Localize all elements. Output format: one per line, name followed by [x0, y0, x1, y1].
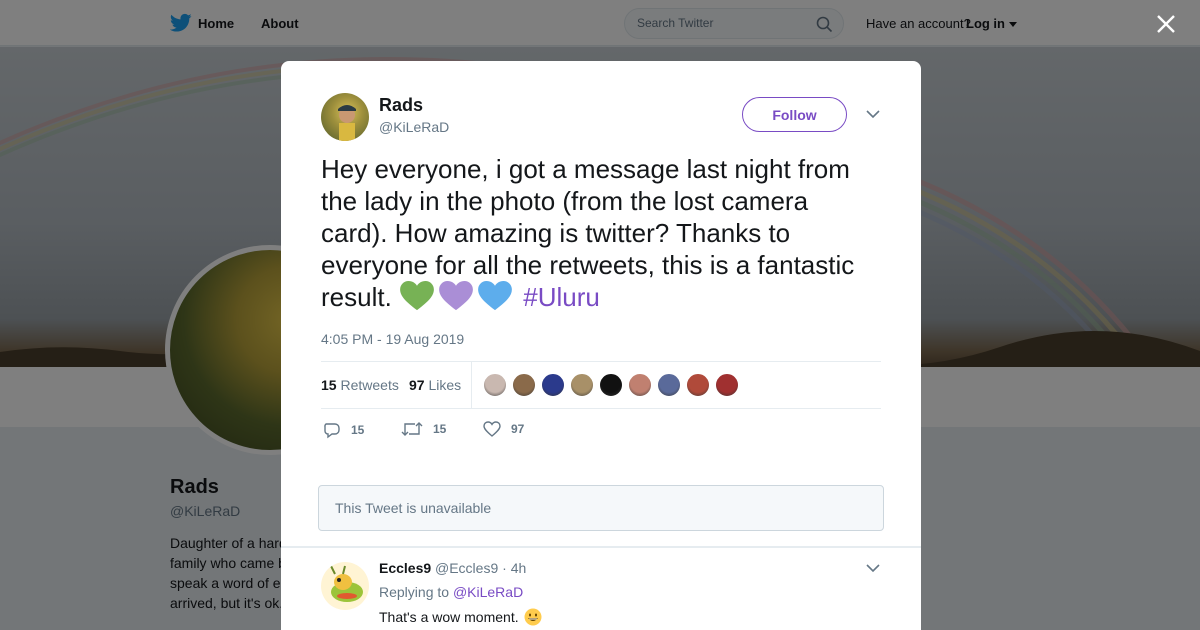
retweets-stat[interactable]: 15 Retweets [321, 377, 399, 393]
heart-icon [483, 421, 501, 437]
liker-avatar[interactable] [483, 373, 507, 397]
chevron-down-icon[interactable] [866, 109, 880, 119]
liker-avatar[interactable] [657, 373, 681, 397]
retweet-count: 15 [433, 422, 447, 436]
reply-author-handle[interactable]: @Eccles9 [435, 560, 498, 576]
tweet-timestamp[interactable]: 4:05 PM - 19 Aug 2019 [321, 331, 464, 347]
likes-stat[interactable]: 97 Likes [409, 377, 461, 393]
liker-avatar[interactable] [570, 373, 594, 397]
replying-to-prefix: Replying to [379, 584, 450, 600]
likes-count: 97 [409, 377, 425, 393]
follow-button[interactable]: Follow [742, 97, 847, 132]
replying-to-handle[interactable]: @KiLeRaD [453, 584, 523, 600]
stats-divider [471, 362, 472, 408]
like-count: 97 [511, 422, 525, 436]
reply-body: That's a wow moment. [379, 609, 519, 625]
liker-avatar[interactable] [512, 373, 536, 397]
retweet-action[interactable]: 15 [401, 421, 446, 437]
tweet-author-name[interactable]: Rads [379, 95, 423, 116]
avatar-photo [338, 105, 356, 141]
liker-avatar[interactable] [686, 373, 710, 397]
reply-author-name[interactable]: Eccles9 [379, 560, 431, 576]
tweet-author-handle[interactable]: @KiLeRaD [379, 119, 449, 135]
liker-avatar[interactable] [599, 373, 623, 397]
liker-avatars [483, 373, 739, 397]
avatar-cartoon [330, 565, 363, 602]
replying-to: Replying to @KiLeRaD [379, 584, 523, 600]
tweet-actions: 15 15 97 [321, 421, 621, 441]
blue-heart-icon [478, 281, 512, 311]
reply-author-avatar[interactable] [321, 562, 369, 610]
green-heart-icon [400, 281, 434, 311]
reply-icon [324, 423, 340, 439]
reply-meta: @Eccles9 · 4h [435, 560, 526, 576]
reply-text: That's a wow moment. [379, 608, 542, 626]
grinning-face-icon [524, 608, 542, 626]
hashtag-link[interactable]: #Uluru [523, 282, 600, 312]
purple-heart-icon [439, 281, 473, 311]
retweets-count: 15 [321, 377, 337, 393]
close-icon[interactable] [1154, 12, 1178, 36]
retweets-label: Retweets [340, 377, 399, 393]
reply-count: 15 [351, 423, 365, 437]
reply-dot: · [502, 560, 507, 576]
reply-age[interactable]: 4h [511, 560, 527, 576]
liker-avatar[interactable] [541, 373, 565, 397]
tweet-author-avatar[interactable] [321, 93, 369, 141]
unavailable-tweet-notice: This Tweet is unavailable [318, 485, 884, 531]
like-action[interactable]: 97 [483, 421, 524, 437]
tweet-stats: 15 Retweets 97 Likes [321, 361, 881, 409]
reply-action[interactable]: 15 [323, 421, 364, 439]
tweet-modal: Rads @KiLeRaD Follow Hey everyone, i got… [281, 61, 921, 630]
liker-avatar[interactable] [628, 373, 652, 397]
reply-tweet[interactable]: Eccles9 @Eccles9 · 4h Replying to @KiLeR… [281, 547, 921, 630]
tweet-text: Hey everyone, i got a message last night… [321, 153, 881, 313]
likes-label: Likes [428, 377, 462, 393]
retweet-icon [401, 422, 423, 436]
chevron-down-icon[interactable] [866, 563, 880, 573]
liker-avatar[interactable] [715, 373, 739, 397]
